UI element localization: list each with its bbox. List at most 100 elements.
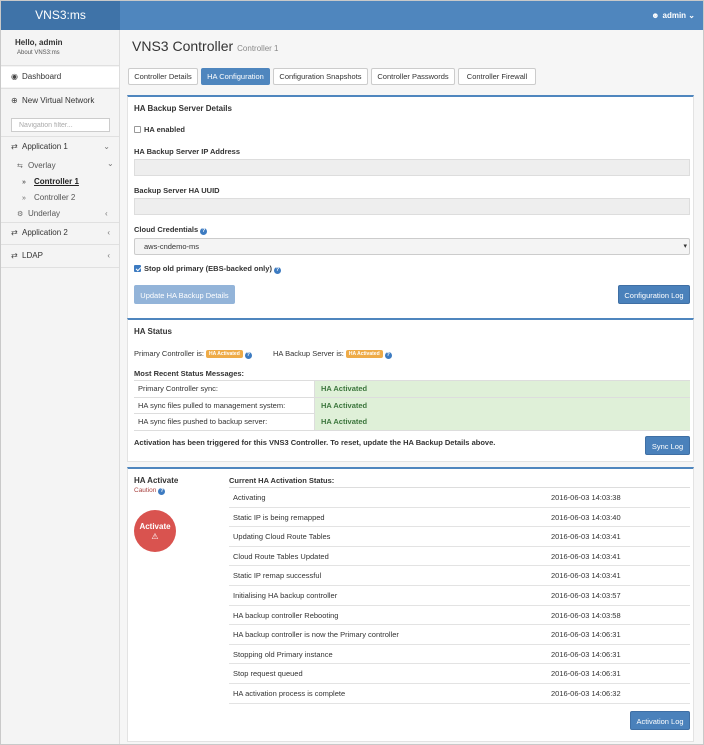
checkbox-label: Stop old primary (EBS-backed only)	[144, 264, 272, 273]
ip-label: HA Backup Server IP Address	[134, 147, 241, 156]
sidebar-item-new-virtual-network[interactable]: ⊕ New Virtual Network	[1, 91, 119, 111]
sidebar-item-application-1[interactable]: ⇄ Application 1 ⌄	[1, 137, 119, 157]
chevron-down-icon: ⌄	[688, 11, 695, 20]
recent-messages-title: Most Recent Status Messages:	[134, 369, 245, 378]
status-label: Primary Controller is:	[134, 349, 205, 358]
panel-title: HA Backup Server Details	[134, 104, 232, 113]
greeting: Hello, admin	[15, 38, 63, 47]
divider	[1, 244, 119, 245]
activation-message: Cloud Route Tables Updated	[233, 551, 329, 561]
activation-time: 2016-06-03 14:03:58	[551, 610, 621, 620]
activate-label: Activate	[139, 522, 171, 531]
backup-server-status: HA Backup Server is: HA Activated?	[273, 349, 392, 359]
ha-backup-server-panel: HA Backup Server Details HA enabled HA B…	[127, 95, 694, 338]
shuffle-icon: ⇄	[11, 142, 18, 151]
selected-value: aws-cndemo-ms	[144, 242, 200, 251]
shuffle-icon: ⇄	[11, 228, 18, 237]
backup-uuid-field[interactable]	[134, 198, 690, 215]
update-ha-backup-button[interactable]: Update HA Backup Details	[134, 285, 235, 304]
brand-logo[interactable]: VNS3:ms	[1, 1, 120, 30]
question-circle-icon[interactable]: ?	[200, 228, 208, 235]
sidebar-item-controller-2[interactable]: » Controller 2	[22, 191, 75, 205]
double-chevron-right-icon: »	[22, 179, 26, 186]
page-title-text: VNS3 Controller	[132, 38, 234, 54]
ha-enabled-checkbox[interactable]: HA enabled	[134, 125, 185, 135]
cloud-credentials-select[interactable]: aws-cndemo-ms ▾	[134, 238, 690, 255]
tab-controller-firewall[interactable]: Controller Firewall	[458, 68, 536, 85]
sidebar-item-label: Application 1	[22, 142, 68, 151]
activation-message: Updating Cloud Route Tables	[233, 532, 331, 542]
activate-button[interactable]: Activate ⚠	[134, 510, 176, 552]
chevron-left-icon: ‹	[107, 251, 110, 260]
tab-controller-details[interactable]: Controller Details	[128, 68, 198, 85]
table-row: Initialising HA backup controller 2016-06…	[229, 586, 690, 606]
question-circle-icon[interactable]: ?	[158, 488, 166, 495]
table-row: Cloud Route Tables Updated 2016-06-03 14:…	[229, 547, 690, 567]
checkbox-checked[interactable]	[134, 265, 141, 272]
activation-message: Activating	[233, 493, 266, 502]
status-key: HA sync files pushed to backup server:	[134, 414, 315, 430]
chevron-left-icon: ‹	[107, 228, 110, 237]
activation-log-button[interactable]: Activation Log	[630, 711, 690, 730]
table-row: Updating Cloud Route Tables 2016-06-03 14…	[229, 527, 690, 547]
stop-old-primary-checkbox[interactable]: Stop old primary (EBS-backed only)?	[134, 264, 281, 274]
sidebar: Hello, admin About VNS3:ms ◉ Dashboard ⊕ N…	[1, 30, 120, 744]
activation-message: Static IP remap successful	[233, 571, 322, 581]
checkbox-label: HA enabled	[144, 125, 185, 134]
sidebar-item-dashboard[interactable]: ◉ Dashboard	[1, 67, 119, 87]
cloud-credentials-label: Cloud Credentials?	[134, 225, 208, 235]
sidebar-item-ldap[interactable]: ⇄ LDAP ‹	[1, 246, 119, 266]
status-key: Primary Controller sync:	[134, 381, 315, 397]
checkbox-unchecked[interactable]	[134, 126, 141, 133]
sidebar-item-label: Controller 2	[34, 193, 76, 202]
table-row: Static IP is being remapped 2016-06-03 14…	[229, 508, 690, 528]
configuration-log-button[interactable]: Configuration Log	[618, 285, 690, 304]
activation-time: 2016-06-03 14:06:31	[551, 669, 621, 679]
tab-ha-configuration[interactable]: HA Configuration	[201, 68, 270, 85]
sidebar-item-controller-1[interactable]: » Controller 1	[22, 175, 79, 189]
status-badge: HA Activated	[345, 350, 383, 358]
activation-note: Activation has been triggered for this V…	[134, 438, 496, 447]
activation-status-table: Activating 2016-06-03 14:03:38 Static IP …	[229, 487, 690, 704]
status-key: HA sync files pulled to management syste…	[134, 397, 315, 414]
shuffle-icon: ⇄	[11, 251, 18, 260]
divider	[1, 65, 119, 66]
sidebar-item-label: Controller 1	[34, 177, 79, 186]
user-menu[interactable]: ☻ admin ⌄	[651, 1, 695, 30]
ha-status-panel: HA Status Primary Controller is: HA Activ…	[127, 318, 694, 462]
table-row: Activating 2016-06-03 14:03:38	[229, 488, 690, 508]
question-circle-icon[interactable]: ?	[244, 352, 252, 359]
activation-message: Static IP is being remapped	[233, 512, 325, 522]
top-bar: VNS3:ms ☻ admin ⌄	[1, 1, 703, 30]
sync-log-button[interactable]: Sync Log	[645, 436, 690, 455]
activation-message: Stopping old Primary instance	[233, 649, 333, 659]
status-value: HA Activated	[315, 414, 690, 430]
status-label: HA Backup Server is:	[273, 349, 344, 358]
divider	[1, 88, 119, 89]
activation-message: HA activation process is complete	[233, 688, 346, 698]
backup-ip-field[interactable]	[134, 159, 690, 176]
table-row: HA activation process is complete 2016-06…	[229, 684, 690, 704]
double-chevron-right-icon: »	[22, 195, 26, 202]
sidebar-item-label: LDAP	[22, 251, 43, 260]
chevron-left-icon: ‹	[105, 209, 108, 218]
question-circle-icon[interactable]: ?	[273, 267, 281, 274]
table-row: HA sync files pushed to backup server: H…	[134, 414, 690, 431]
sidebar-item-label: New Virtual Network	[22, 96, 95, 105]
activation-message: Stop request queued	[233, 669, 303, 679]
tab-controller-passwords[interactable]: Controller Passwords	[371, 68, 455, 85]
activation-time: 2016-06-03 14:06:31	[551, 649, 621, 659]
sidebar-item-underlay[interactable]: ⚙ Underlay	[17, 207, 60, 221]
caution-label: Caution?	[134, 487, 166, 495]
activation-time: 2016-06-03 14:03:41	[551, 551, 621, 561]
activation-message: Initialising HA backup controller	[233, 590, 338, 600]
sidebar-item-overlay[interactable]: ⇆ Overlay	[17, 159, 56, 173]
navigation-filter-input[interactable]	[11, 118, 110, 132]
question-circle-icon[interactable]: ?	[384, 352, 392, 359]
caution-text: Caution	[134, 487, 157, 494]
sidebar-item-application-2[interactable]: ⇄ Application 2 ‹	[1, 223, 119, 243]
table-row: HA sync files pulled to management syste…	[134, 397, 690, 414]
about-link[interactable]: About VNS3:ms	[17, 50, 60, 56]
tab-configuration-snapshots[interactable]: Configuration Snapshots	[273, 68, 368, 85]
panel-title: HA Activate	[134, 476, 179, 485]
